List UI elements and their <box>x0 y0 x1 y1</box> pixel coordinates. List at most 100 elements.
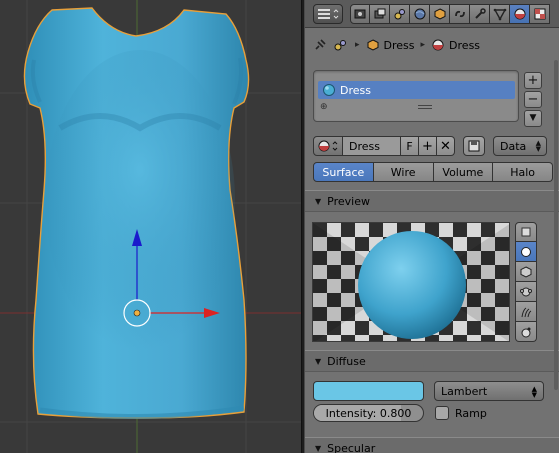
tab-world[interactable] <box>410 4 430 24</box>
object-origin <box>133 309 141 317</box>
breadcrumb-object: Dress <box>383 38 415 52</box>
tab-object-data[interactable] <box>490 4 510 24</box>
intensity-label: Intensity: 0.800 <box>325 406 412 420</box>
add-slot-button[interactable]: + <box>524 72 542 89</box>
link-select[interactable]: Data ▲ ▼ <box>493 136 547 156</box>
preview-flat-button[interactable] <box>515 222 537 242</box>
material-icon <box>432 39 444 51</box>
editor-type-button[interactable] <box>313 4 343 24</box>
tab-modifiers[interactable] <box>470 4 490 24</box>
modifiers-icon <box>474 8 486 19</box>
tab-texture[interactable] <box>530 4 550 24</box>
preview-sphere-button[interactable] <box>515 242 537 262</box>
material-name-field[interactable]: Dress <box>343 136 401 156</box>
tab-render[interactable] <box>350 4 370 24</box>
material-icon <box>514 8 525 20</box>
pin-icon[interactable] <box>313 38 327 52</box>
preview-monkey-button[interactable] <box>515 282 537 302</box>
tab-surface[interactable]: Surface <box>313 162 374 182</box>
material-datablock-row: Dress F + ✕ Data ▲ ▼ <box>313 136 553 156</box>
tab-wire[interactable]: Wire <box>373 162 434 182</box>
preview-cube-button[interactable] <box>515 262 537 282</box>
flat-preview-icon <box>521 227 531 237</box>
plus-icon: + <box>422 138 433 154</box>
list-resize-grip[interactable] <box>418 105 432 109</box>
breadcrumb-separator-icon: ▸ <box>355 40 360 50</box>
monkey-preview-icon <box>520 287 532 296</box>
object-icon <box>367 39 379 51</box>
slot-side-buttons: + − ▼ <box>524 72 542 127</box>
link-select-value: Data <box>500 139 527 153</box>
texture-icon <box>534 8 545 20</box>
material-sphere-icon <box>323 84 335 96</box>
preview-panel-title: Preview <box>327 194 370 208</box>
close-icon: ✕ <box>440 138 451 154</box>
expanded-triangle-icon: ▼ <box>315 443 322 453</box>
updown-arrows-icon: ▲ ▼ <box>531 385 537 399</box>
tab-material[interactable] <box>510 4 530 24</box>
tab-render-layers[interactable] <box>370 4 390 24</box>
unlink-material-button[interactable]: ✕ <box>437 136 455 156</box>
material-type-tabs: Surface Wire Volume Halo <box>313 162 553 182</box>
properties-header <box>305 0 559 28</box>
node-tree-button[interactable] <box>463 136 485 156</box>
list-filter-icon[interactable]: ⊕ <box>320 102 328 112</box>
properties-editor-icon <box>318 9 339 19</box>
preview-sphere <box>358 231 466 339</box>
save-icon <box>468 140 480 152</box>
preview-sphere-sky-button[interactable] <box>515 322 537 342</box>
breadcrumb-material: Dress <box>449 38 481 52</box>
plus-icon: + <box>527 73 539 88</box>
material-slot-item[interactable]: Dress <box>318 81 515 99</box>
tab-constraints[interactable] <box>450 4 470 24</box>
sphere-preview-icon <box>521 246 531 257</box>
preview-panel-header[interactable]: ▼ Preview <box>305 190 559 212</box>
new-material-button[interactable]: + <box>419 136 437 156</box>
ramp-toggle[interactable]: Ramp <box>435 405 487 421</box>
preview-type-buttons <box>515 222 537 342</box>
tab-volume[interactable]: Volume <box>433 162 494 182</box>
remove-slot-button[interactable]: − <box>524 91 542 108</box>
tab-scene[interactable] <box>390 4 410 24</box>
render-icon <box>354 9 366 19</box>
updown-arrows-icon: ▲ ▼ <box>535 139 541 153</box>
diffuse-shader-select[interactable]: Lambert ▲ ▼ <box>434 381 544 401</box>
breadcrumb: ▸ Dress ▸ Dress <box>305 30 559 60</box>
tab-halo[interactable]: Halo <box>493 162 553 182</box>
specular-panel-title: Specular <box>327 441 376 453</box>
hair-preview-icon <box>521 307 532 317</box>
constraints-icon <box>454 10 465 18</box>
ramp-label: Ramp <box>455 406 487 420</box>
slot-specials-button[interactable]: ▼ <box>524 110 542 127</box>
chevron-down-icon: ▼ <box>529 113 537 123</box>
object-icon <box>434 8 445 20</box>
material-icon <box>318 140 338 152</box>
sky-sphere-preview-icon <box>521 327 531 337</box>
expanded-triangle-icon: ▼ <box>315 356 322 366</box>
preview-hair-button[interactable] <box>515 302 537 322</box>
cube-preview-icon <box>520 265 532 278</box>
diffuse-shader-value: Lambert <box>441 384 488 398</box>
3d-viewport[interactable] <box>0 0 301 453</box>
context-tabs <box>350 4 550 24</box>
diffuse-panel-header[interactable]: ▼ Diffuse <box>305 350 559 372</box>
breadcrumb-separator-icon: ▸ <box>420 40 426 50</box>
properties-scrollbar[interactable] <box>554 60 558 390</box>
ramp-checkbox[interactable] <box>435 406 449 420</box>
minus-icon: − <box>527 92 539 107</box>
specular-panel-header[interactable]: ▼ Specular <box>305 437 559 453</box>
diffuse-panel-title: Diffuse <box>327 354 366 368</box>
diffuse-color-swatch[interactable] <box>313 381 424 401</box>
viewport-canvas[interactable] <box>0 0 301 453</box>
properties-editor: ▸ Dress ▸ Dress Dress ⊕ + − ▼ Dress F + … <box>305 0 559 453</box>
scene-icon <box>394 9 405 20</box>
browse-material-button[interactable] <box>313 136 343 156</box>
object-data-icon <box>493 8 506 21</box>
fake-user-button[interactable]: F <box>401 136 419 156</box>
diffuse-intensity-slider[interactable]: Intensity: 0.800 <box>313 404 424 422</box>
scene-icon <box>334 40 346 51</box>
render-layers-icon <box>374 8 385 19</box>
material-slot-list[interactable]: Dress ⊕ <box>313 70 519 122</box>
tab-object[interactable] <box>430 4 450 24</box>
expanded-triangle-icon: ▼ <box>315 196 322 206</box>
